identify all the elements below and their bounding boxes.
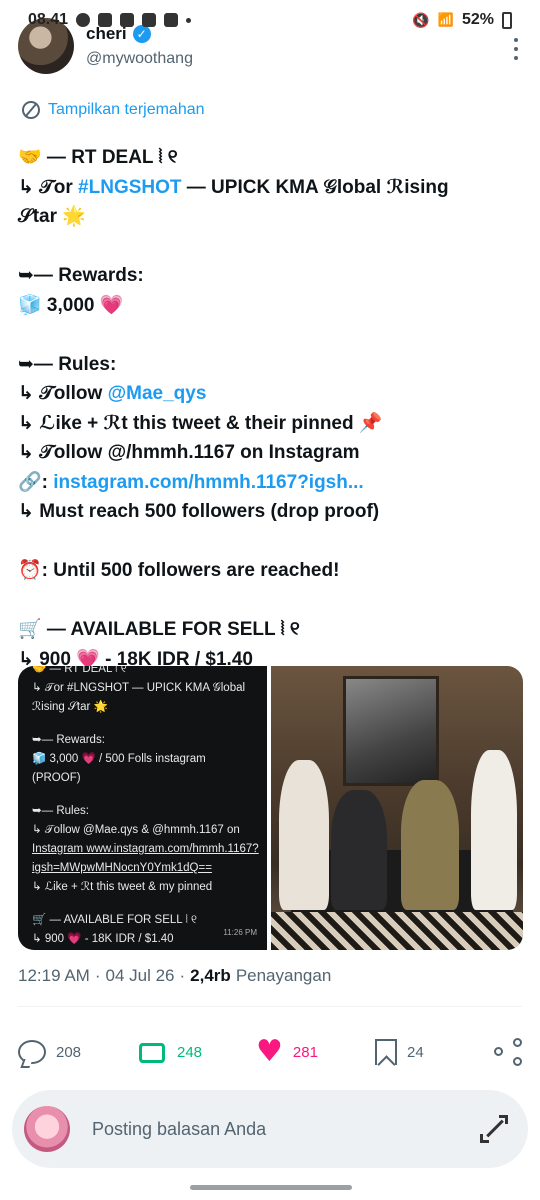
tweet-line: ↳ 𝒯or #LNGSHOT — UPICK KMA 𝒢lobal ℛising	[18, 176, 449, 198]
tweet-meta: 12:19 AM · 04 Jul 26 · 2,4rb Penayangan	[18, 966, 332, 985]
instagram-notification-icon	[98, 13, 113, 27]
gallery-notification-icon	[142, 13, 157, 27]
photo-rug	[271, 912, 523, 950]
photo-person	[401, 780, 459, 910]
lock-notification-icon	[120, 13, 135, 27]
tweet-text: 🤝 — RT DEAL ⦚ ୧ ↳ 𝒯or #LNGSHOT — UPICK K…	[18, 143, 523, 674]
hashtag-link[interactable]: #LNGSHOT	[78, 177, 181, 198]
mention-link[interactable]: @Mae_qys	[108, 383, 207, 404]
tweet-line: 🔗: instagram.com/hmmh.1167?igsh...	[18, 471, 364, 493]
tweet-line: ⏰: Until 500 followers are reached!	[18, 560, 340, 581]
more-options-icon[interactable]	[514, 38, 520, 60]
more-notifications-icon	[186, 17, 192, 23]
reply-composer[interactable]: Posting balasan Anda	[12, 1090, 528, 1168]
action-bar: 208 248 ♥ 281 24	[18, 1032, 522, 1072]
tweet-line: ↳ 𝒯ollow @/hmmh.1167 on Instagram	[18, 442, 360, 463]
photo-person	[471, 750, 517, 910]
retweet-icon	[137, 1041, 167, 1063]
photo-poster	[343, 676, 439, 786]
tweet-date: 04 Jul 26	[105, 966, 175, 985]
status-bar: 08.41 🔇 📶 52%	[0, 0, 540, 40]
view-label: Penayangan	[235, 966, 332, 985]
media-photo[interactable]	[271, 666, 523, 950]
home-indicator[interactable]	[190, 1185, 352, 1190]
bookmark-button[interactable]: 24	[375, 1039, 494, 1065]
reply-count: 208	[56, 1043, 82, 1061]
reply-icon	[18, 1040, 46, 1064]
reply-input[interactable]: Posting balasan Anda	[92, 1119, 266, 1140]
translate-label: Tampilkan terjemahan	[48, 101, 205, 118]
tweet-line: ↳ ℒike + ℛt this tweet & their pinned 📌	[18, 412, 383, 434]
tweet-line: 𝒮tar 🌟	[18, 206, 86, 227]
photo-person	[331, 790, 387, 910]
photo-person	[279, 760, 329, 910]
mute-icon: 🔇	[412, 11, 430, 28]
wifi-icon: 📶	[437, 12, 454, 27]
tweet-line: 🤝 — RT DEAL ⦚ ୧	[18, 147, 178, 168]
tweet-time: 12:19 AM	[18, 966, 90, 985]
view-count: 2,4rb	[190, 966, 231, 985]
clock: 08.41	[28, 11, 69, 28]
tweet-line: ➥— Rewards:	[18, 265, 144, 286]
tweet-media: 🤝 — RT DEAL ⦚ ୧ ↳ 𝒯or #LNGSHOT — UPICK K…	[18, 666, 523, 950]
divider	[18, 1006, 522, 1007]
tweet-line: ↳ 𝒯ollow @Mae_qys	[18, 383, 207, 404]
tweet-line: 🧊 3,000 💗	[18, 294, 124, 316]
like-count: 281	[292, 1043, 318, 1061]
share-button[interactable]	[494, 1038, 522, 1066]
media-screenshot[interactable]: 🤝 — RT DEAL ⦚ ୧ ↳ 𝒯or #LNGSHOT — UPICK K…	[18, 666, 267, 950]
screenshot-time: 11:26 PM	[223, 928, 257, 937]
user-avatar	[24, 1106, 70, 1152]
translate-icon	[22, 101, 40, 119]
image-notification-icon	[164, 13, 179, 27]
tweet-line: ➥— Rules:	[18, 353, 117, 375]
retweet-count: 248	[177, 1043, 203, 1061]
like-button[interactable]: ♥ 281	[256, 1037, 375, 1067]
translate-link[interactable]: Tampilkan terjemahan	[22, 101, 205, 119]
tweet-line: ↳ Must reach 500 followers (drop proof)	[18, 501, 380, 522]
author-handle[interactable]: @mywoothang	[86, 50, 193, 68]
battery-level: 52%	[461, 11, 494, 28]
battery-icon	[502, 11, 512, 29]
reply-button[interactable]: 208	[18, 1040, 137, 1064]
instagram-link[interactable]: instagram.com/hmmh.1167?igsh...	[53, 472, 363, 493]
retweet-button[interactable]: 248	[137, 1041, 256, 1063]
bookmark-icon	[375, 1039, 397, 1065]
tweet-line: 🛒 — AVAILABLE FOR SELL ⦚ ୧	[18, 619, 300, 640]
heart-icon: ♥	[256, 1034, 283, 1069]
share-icon	[494, 1038, 522, 1066]
bookmark-count: 24	[407, 1043, 424, 1061]
expand-icon[interactable]	[480, 1115, 508, 1143]
chat-notification-icon	[76, 13, 91, 27]
